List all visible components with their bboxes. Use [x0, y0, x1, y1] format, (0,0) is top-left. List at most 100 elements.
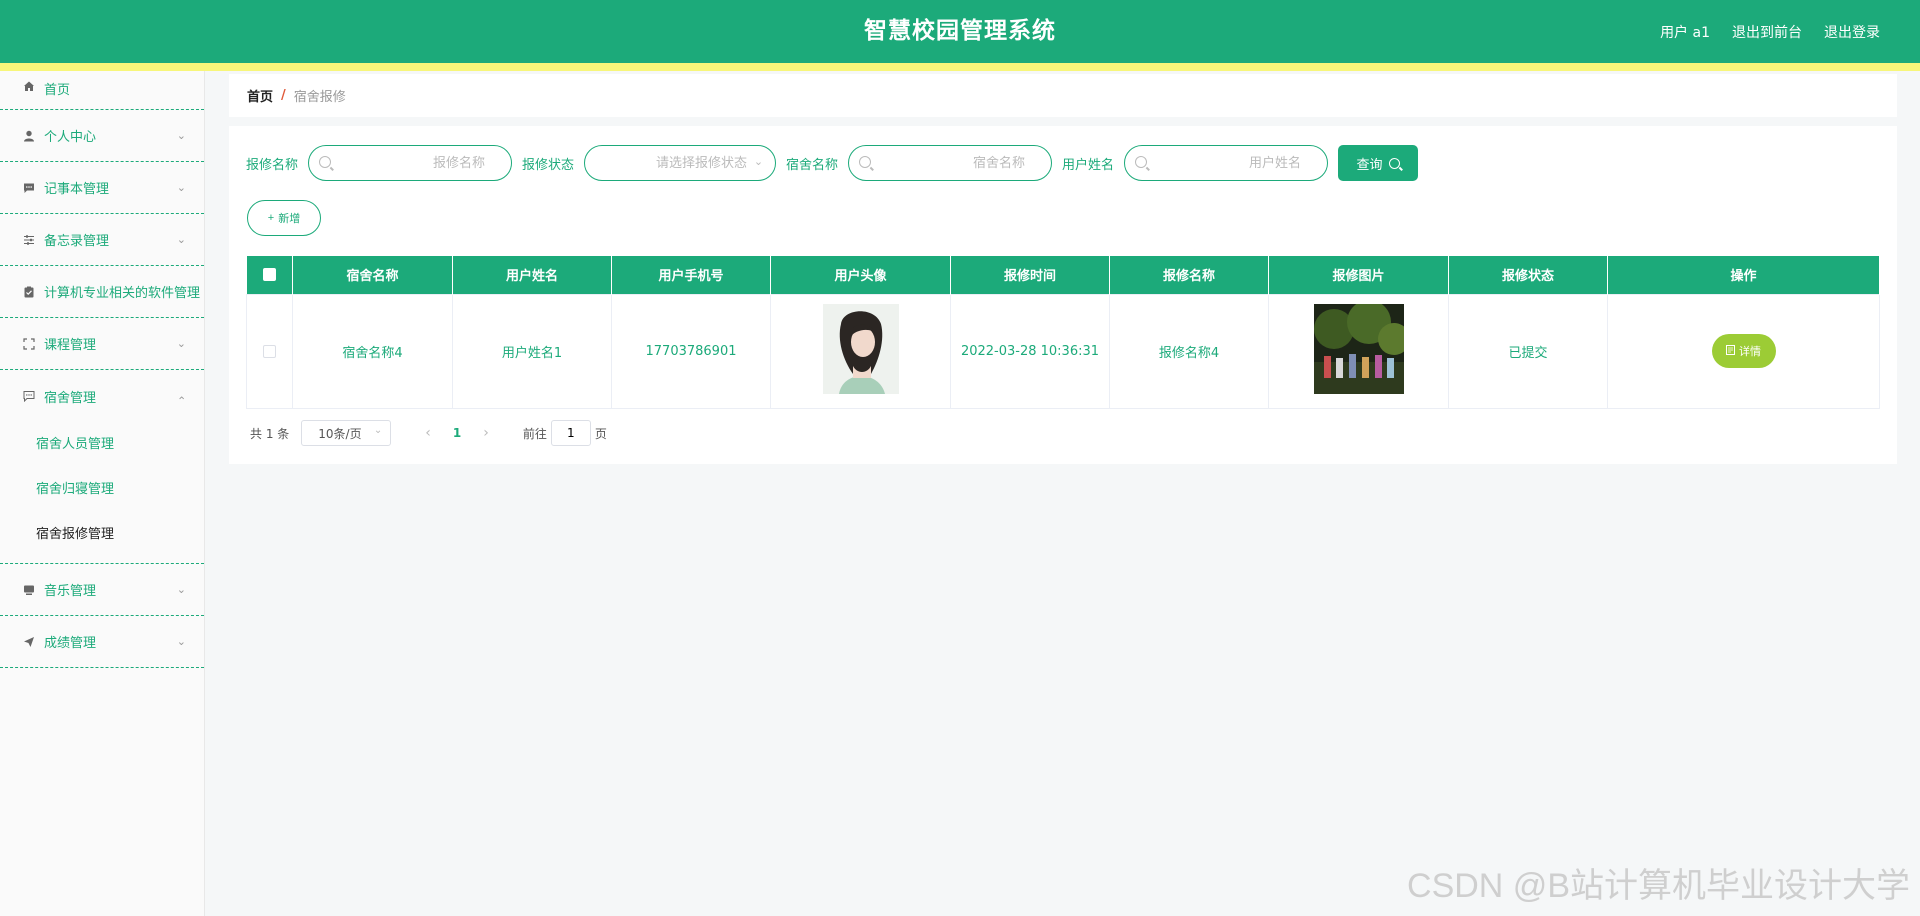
- dorm-name-input[interactable]: [849, 146, 1052, 180]
- add-button[interactable]: + 新增: [247, 200, 321, 236]
- dorm-name-label: 宿舍名称: [786, 157, 839, 173]
- goto-page: 前往 页: [523, 420, 607, 446]
- sidebar-item-label: 个人中心: [44, 130, 97, 145]
- sidebar: 首页 个人中心 ⌄ 记事本管理 ⌄ 备忘录管理 ⌄ 计算机专业相关的软件管理 课…: [0, 71, 205, 916]
- repair-name-field[interactable]: [308, 145, 513, 181]
- plus-icon: +: [267, 212, 275, 224]
- column-header: 报修时间: [950, 256, 1110, 294]
- user-name-field[interactable]: [1124, 145, 1329, 181]
- prev-page-icon[interactable]: ‹: [425, 425, 431, 441]
- document-icon: [1726, 344, 1735, 358]
- column-header: 报修图片: [1268, 256, 1449, 294]
- breadcrumb: 首页 / 宿舍报修: [229, 74, 1897, 117]
- repair-name-cell: 报修名称4: [1109, 293, 1269, 409]
- user-name-cell: 用户姓名1: [452, 293, 612, 409]
- chevron-up-icon: ⌄: [176, 393, 186, 407]
- breadcrumb-current: 宿舍报修: [293, 90, 346, 105]
- top-header: 智慧校园管理系统 用户 a1 退出到前台 退出登录: [0, 0, 1920, 63]
- dorm-name-field[interactable]: [848, 145, 1053, 181]
- repair-status-input[interactable]: [585, 146, 776, 180]
- sidebar-item-label: 备忘录管理: [44, 234, 110, 249]
- chevron-down-icon: ⌄: [373, 425, 383, 436]
- sidebar-item-personal-center[interactable]: 个人中心 ⌄: [0, 110, 204, 162]
- column-header: 操作: [1607, 256, 1880, 294]
- sidebar-item-dormitory[interactable]: 宿舍管理 ⌄: [0, 370, 204, 422]
- add-button-label: 新增: [278, 213, 301, 225]
- detail-button-label: 详情: [1739, 346, 1761, 358]
- sidebar-item-software[interactable]: 计算机专业相关的软件管理: [0, 266, 204, 318]
- logout-link[interactable]: 退出登录: [1824, 22, 1880, 42]
- sidebar-subitem-dorm-repair[interactable]: 宿舍报修管理: [0, 512, 204, 557]
- sidebar-item-label: 首页: [44, 83, 71, 98]
- chevron-down-icon: ⌄: [176, 336, 186, 350]
- repair-name-input[interactable]: [309, 146, 512, 180]
- clipboard-icon: [22, 285, 36, 299]
- repair-table: 宿舍名称 用户姓名 用户手机号 用户头像 报修时间 报修名称 报修图片 报修状态…: [246, 256, 1880, 409]
- app-title: 智慧校园管理系统: [864, 18, 1056, 44]
- dorm-name-cell: 宿舍名称4: [292, 293, 453, 409]
- chevron-down-icon: ⌄: [176, 128, 186, 142]
- repair-time-cell: 2022-03-28 10:36:31: [950, 293, 1110, 409]
- chevron-down-icon: ⌄: [753, 155, 764, 168]
- repair-image-cell: [1268, 293, 1449, 409]
- sidebar-item-notebook[interactable]: 记事本管理 ⌄: [0, 162, 204, 214]
- message-icon: [22, 389, 36, 403]
- chevron-down-icon: ⌄: [176, 180, 186, 194]
- exit-to-front-link[interactable]: 退出到前台: [1732, 22, 1802, 42]
- fullscreen-icon: [22, 337, 36, 351]
- goto-label: 前往: [522, 426, 547, 441]
- row-select-cell: [246, 293, 293, 409]
- search-form: 报修名称 报修状态 ⌄ 宿舍名称 用户姓名 查询: [246, 145, 1419, 181]
- select-all-checkbox[interactable]: [262, 268, 276, 282]
- sidebar-item-label: 音乐管理: [44, 584, 97, 599]
- query-button[interactable]: 查询: [1338, 145, 1419, 181]
- avatar-image: [822, 304, 899, 394]
- current-user[interactable]: 用户 a1: [1660, 22, 1710, 42]
- query-button-label: 查询: [1356, 156, 1383, 172]
- next-page-icon[interactable]: ›: [483, 425, 489, 441]
- table-row: 宿舍名称4 用户姓名1 17703786901 2022-03-28 10:36…: [246, 293, 1880, 409]
- page-number[interactable]: 1: [453, 426, 461, 440]
- user-name-label: 用户姓名: [1062, 157, 1115, 173]
- repair-image: [1313, 300, 1410, 394]
- row-checkbox[interactable]: [263, 344, 276, 358]
- column-header: 报修状态: [1448, 256, 1608, 294]
- sidebar-item-course[interactable]: 课程管理 ⌄: [0, 318, 204, 370]
- repair-name-label: 报修名称: [246, 157, 299, 173]
- avatar-cell: [770, 293, 951, 409]
- table-header-row: 宿舍名称 用户姓名 用户手机号 用户头像 报修时间 报修名称 报修图片 报修状态…: [246, 256, 1880, 294]
- column-header: 宿舍名称: [292, 256, 453, 294]
- home-icon: [22, 79, 36, 93]
- repair-status-select[interactable]: ⌄: [584, 145, 777, 181]
- total-count: 共 1 条: [250, 426, 290, 441]
- chevron-down-icon: ⌄: [176, 634, 186, 648]
- phone-cell: 17703786901: [611, 293, 771, 409]
- column-header: 用户头像: [770, 256, 951, 294]
- goto-page-input[interactable]: [550, 420, 591, 446]
- sidebar-item-grades[interactable]: 成绩管理 ⌄: [0, 616, 204, 668]
- sidebar-item-memo[interactable]: 备忘录管理 ⌄: [0, 214, 204, 266]
- column-header: 报修名称: [1109, 256, 1269, 294]
- sidebar-item-music[interactable]: 音乐管理 ⌄: [0, 564, 204, 616]
- monitor-icon: [22, 583, 36, 597]
- chevron-down-icon: ⌄: [176, 582, 186, 596]
- breadcrumb-home[interactable]: 首页: [247, 86, 273, 105]
- user-name-input[interactable]: [1125, 146, 1328, 180]
- header-actions: 用户 a1 退出到前台 退出登录: [1660, 0, 1880, 63]
- sidebar-subitem-dorm-return[interactable]: 宿舍归寝管理: [0, 467, 204, 512]
- select-all-cell: [246, 256, 293, 294]
- column-header: 用户姓名: [452, 256, 612, 294]
- sidebar-item-label: 计算机专业相关的软件管理: [44, 286, 201, 301]
- chevron-down-icon: ⌄: [176, 232, 186, 246]
- header-stripe: [0, 63, 1920, 71]
- page-size-select[interactable]: 10条/页 ⌄: [301, 420, 392, 446]
- sidebar-item-home[interactable]: 首页: [0, 71, 204, 110]
- sidebar-item-label: 课程管理: [44, 338, 97, 353]
- pagination: 共 1 条 10条/页 ⌄ ‹ 1 › 前往 页: [250, 420, 607, 446]
- detail-button[interactable]: 详情: [1711, 334, 1776, 368]
- page-size-value: 10条/页: [318, 426, 362, 441]
- breadcrumb-separator: /: [281, 88, 286, 103]
- main-card: 报修名称 报修状态 ⌄ 宿舍名称 用户姓名 查询 + 新增: [229, 126, 1897, 464]
- sidebar-subitem-dorm-members[interactable]: 宿舍人员管理: [0, 422, 204, 467]
- sidebar-item-label: 成绩管理: [44, 636, 97, 651]
